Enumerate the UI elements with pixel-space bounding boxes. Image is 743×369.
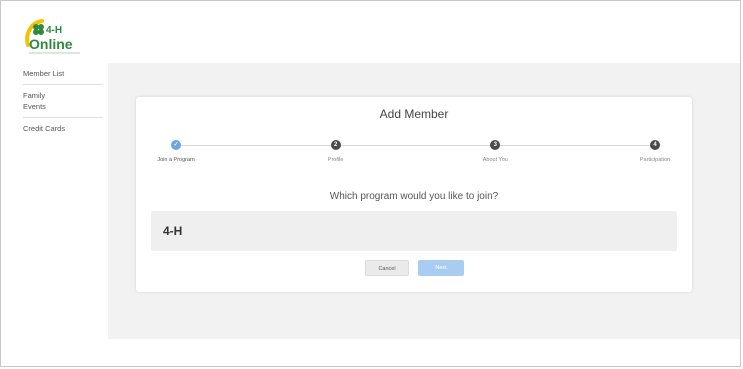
step-2-label: Profile [327,157,344,163]
sidebar-group-members: Member List [23,63,103,85]
step-3-indicator: 3 [490,140,501,150]
app-window: 4-H Online Member List Family Events Cre… [0,0,741,367]
clover-logo-icon: 4-H Online [25,19,80,54]
sidebar-item-credit-cards[interactable]: Credit Cards [23,123,103,134]
stepper-track [176,145,655,146]
logo-text-top: 4-H [46,25,62,36]
step-1-label: Join a Program [157,157,195,163]
program-option-4h[interactable]: 4-H [151,211,677,251]
sidebar-nav: Member List Family Events Credit Cards [23,63,103,139]
sidebar-group-family: Family Events [23,85,103,118]
sidebar-item-member-list[interactable]: Member List [23,68,103,79]
logo-text-bottom: Online [29,36,73,52]
program-question: Which program would you like to join? [329,191,499,202]
main-content-area: Add Member ✓ 2 3 4 Join a Program Profil… [108,63,740,339]
next-button[interactable]: Next [418,260,464,276]
4h-online-logo[interactable]: 4-H Online [22,15,84,63]
sidebar-item-family[interactable]: Family [23,90,103,101]
step-4-label: Participation [639,157,671,163]
sidebar-group-billing: Credit Cards [23,118,103,139]
wizard-stepper: ✓ 2 3 4 [171,140,660,150]
step-2-indicator: 2 [330,140,341,150]
cancel-button[interactable]: Cancel [365,260,409,276]
step-3-label: About You [482,157,508,163]
dialog-title: Add Member [379,107,449,121]
sidebar-item-events[interactable]: Events [23,101,103,112]
step-4-indicator: 4 [650,140,660,150]
program-option-label: 4-H [163,224,183,238]
add-member-dialog: Add Member ✓ 2 3 4 Join a Program Profil… [136,97,692,292]
step-1-check-icon[interactable]: ✓ [171,140,181,150]
